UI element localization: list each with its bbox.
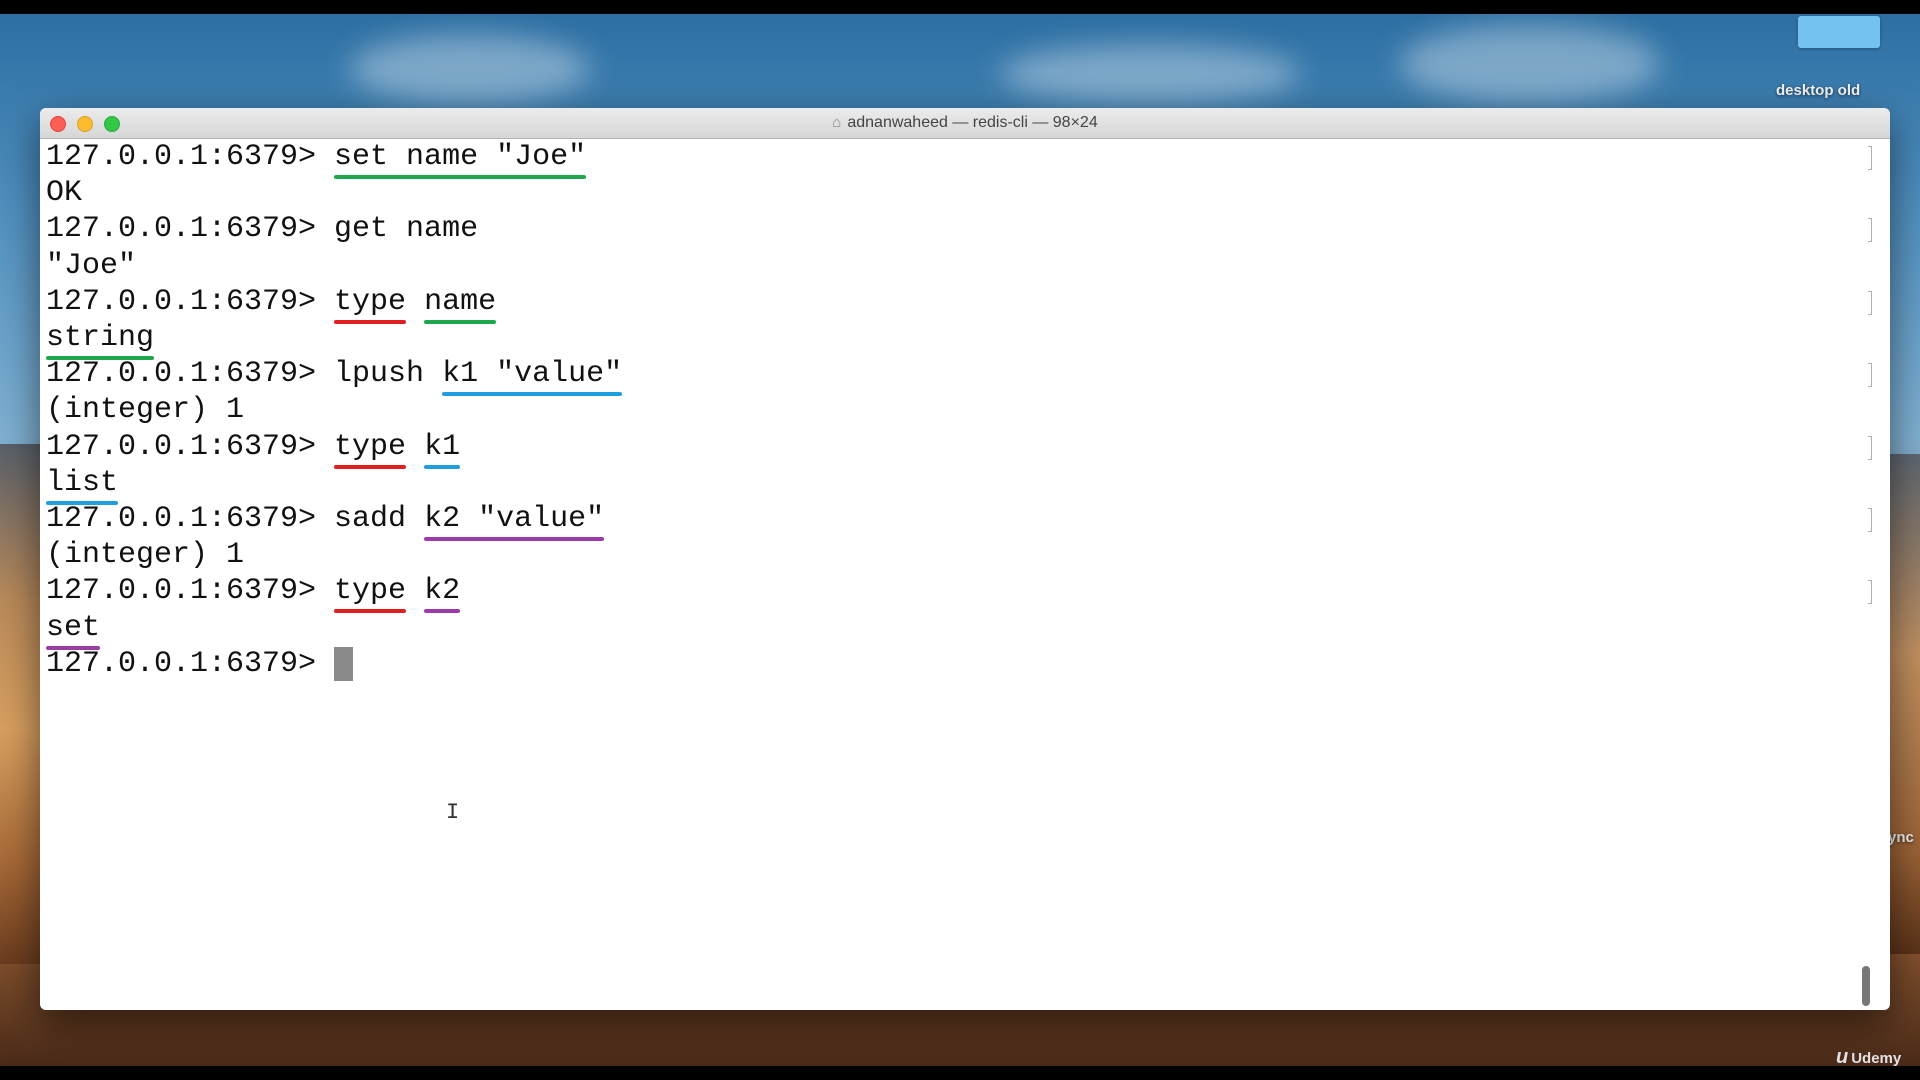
window-titlebar[interactable]: ⌂ adnanwaheed — redis-cli — 98×24: [40, 108, 1890, 139]
prompt-text: 127.0.0.1:6379>: [46, 284, 335, 319]
command-text: type: [334, 285, 407, 324]
desktop-partial-label: ync: [1888, 829, 1914, 846]
desktop-folder-icon[interactable]: [1798, 16, 1880, 48]
line-mark-bracket: [1868, 218, 1872, 243]
line-mark-bracket: [1868, 435, 1872, 460]
output-line: OK: [46, 176, 82, 210]
command-line: 127.0.0.1:6379> get name: [46, 212, 478, 246]
line-mark-bracket: [1868, 363, 1872, 388]
purple-underline-annotation: [424, 537, 605, 541]
green-underline-annotation: [334, 175, 587, 179]
line-mark-bracket: [1868, 508, 1872, 532]
prompt-text: 127.0.0.1:6379>: [46, 357, 335, 392]
prompt-text: 127.0.0.1:6379>: [46, 502, 335, 536]
command-text: k1: [424, 430, 461, 469]
output-text: (integer) 1: [46, 538, 245, 573]
output-line: (integer) 1: [46, 538, 244, 572]
line-mark-bracket: [1868, 580, 1872, 605]
command-text: type: [334, 574, 407, 614]
command-text: name: [424, 285, 497, 324]
text-cursor: [334, 646, 354, 681]
command-text: k2: [424, 574, 461, 614]
command-text: get name: [334, 212, 479, 247]
desktop-folder-label[interactable]: desktop old: [1776, 82, 1860, 99]
command-text: sadd: [334, 502, 425, 536]
vertical-scrollbar[interactable]: [1862, 966, 1870, 1006]
output-line: (integer) 1: [46, 393, 244, 427]
command-line: 127.0.0.1:6379> type k1: [46, 429, 461, 469]
command-text: lpush: [334, 357, 443, 392]
udemy-watermark-text: Udemy: [1851, 1050, 1902, 1067]
output-text: OK: [46, 176, 83, 211]
command-text: [406, 574, 424, 608]
terminal-content[interactable]: I 127.0.0.1:6379> set name "Joe" OK 127.0.…: [46, 140, 1874, 1010]
prompt-text: 127.0.0.1:6379>: [46, 646, 335, 681]
command-line: 127.0.0.1:6379> sadd k2 "value": [46, 502, 605, 541]
line-mark-bracket: [1868, 146, 1872, 170]
command-text: type: [334, 430, 407, 469]
prompt-text: 127.0.0.1:6379>: [46, 212, 335, 247]
prompt-text: 127.0.0.1:6379>: [46, 574, 335, 609]
udemy-logo-icon: u: [1836, 1046, 1849, 1068]
output-line: set: [46, 611, 101, 650]
command-text: [406, 430, 424, 464]
line-mark-bracket: [1868, 290, 1872, 315]
blue-underline-annotation: [424, 464, 461, 469]
command-text: set name "Joe": [334, 140, 587, 179]
command-text: [406, 285, 424, 319]
output-text: string: [46, 321, 155, 360]
output-text: list: [46, 466, 119, 505]
command-line: 127.0.0.1:6379> lpush k1 "value": [46, 357, 623, 397]
output-text: set: [46, 611, 101, 650]
command-line: 127.0.0.1:6379> type k2: [46, 574, 461, 614]
output-line: string: [46, 321, 155, 360]
red-underline-annotation: [334, 464, 407, 469]
output-line: "Joe": [46, 249, 136, 283]
green-underline-annotation: [424, 319, 497, 324]
terminal-window[interactable]: ⌂ adnanwaheed — redis-cli — 98×24 I 127.0…: [40, 108, 1890, 1010]
ibeam-mouse-cursor-icon: I: [446, 800, 460, 825]
command-text: k2 "value": [424, 502, 605, 541]
output-line: list: [46, 466, 119, 505]
output-text: (integer) 1: [46, 393, 245, 428]
output-text: "Joe": [46, 248, 137, 283]
prompt-text: 127.0.0.1:6379>: [46, 429, 335, 464]
command-line: 127.0.0.1:6379>: [46, 646, 354, 681]
red-underline-annotation: [334, 609, 407, 614]
desert-dune-right: [1885, 454, 1920, 954]
window-title-text: adnanwaheed — redis-cli — 98×24: [847, 114, 1098, 131]
home-folder-icon: ⌂: [832, 114, 842, 131]
command-line: 127.0.0.1:6379> set name "Joe": [46, 140, 587, 179]
prompt-text: 127.0.0.1:6379>: [46, 140, 335, 174]
udemy-watermark: u Udemy: [1836, 1046, 1901, 1069]
purple-underline-annotation: [424, 609, 461, 614]
blue-underline-annotation: [442, 392, 623, 397]
window-title: ⌂ adnanwaheed — redis-cli — 98×24: [40, 114, 1890, 132]
command-text: k1 "value": [442, 357, 623, 397]
red-underline-annotation: [334, 319, 407, 324]
command-line: 127.0.0.1:6379> type name: [46, 284, 497, 324]
